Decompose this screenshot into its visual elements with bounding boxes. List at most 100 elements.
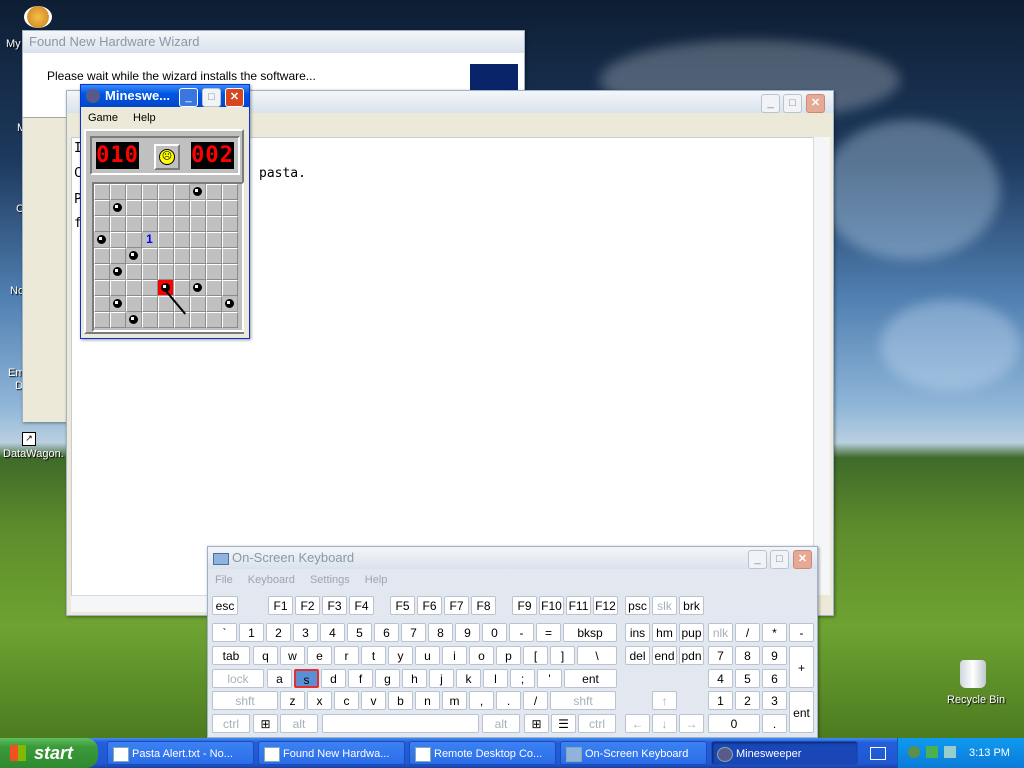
osk-key[interactable]: F11 — [566, 596, 591, 615]
osk-key[interactable]: bksp — [563, 623, 617, 642]
osk-key[interactable]: z — [280, 691, 305, 710]
osk-key[interactable]: d — [321, 669, 346, 688]
osk-key[interactable]: ↓ — [652, 714, 677, 733]
mine-cell[interactable] — [126, 264, 142, 280]
osk-key[interactable]: - — [509, 623, 534, 642]
osk-key[interactable]: F4 — [349, 596, 374, 615]
osk-key[interactable]: alt — [280, 714, 318, 733]
mine-cell[interactable] — [110, 232, 126, 248]
datawagon-label[interactable]: DataWagon. — [3, 448, 64, 460]
mine-cell[interactable] — [110, 280, 126, 296]
osk-key[interactable]: ctrl — [212, 714, 250, 733]
minesweeper-minimize-button[interactable]: _ — [179, 88, 198, 107]
mine-cell[interactable] — [126, 200, 142, 216]
mine-cell[interactable] — [190, 232, 206, 248]
osk-key[interactable]: 4 — [708, 669, 733, 688]
osk-key[interactable]: F3 — [322, 596, 347, 615]
osk-key[interactable]: c — [334, 691, 359, 710]
mine-cell[interactable] — [110, 296, 126, 312]
osk-key[interactable]: t — [361, 646, 386, 665]
mine-cell[interactable] — [142, 248, 158, 264]
mine-cell[interactable] — [158, 184, 174, 200]
mine-cell[interactable] — [158, 312, 174, 328]
osk-key-numpad-enter[interactable]: ent — [789, 691, 814, 733]
mine-cell[interactable] — [206, 200, 222, 216]
osk-key[interactable]: 5 — [735, 669, 760, 688]
mine-cell[interactable] — [142, 200, 158, 216]
osk-key[interactable]: ← — [625, 714, 650, 733]
mine-cell[interactable] — [126, 248, 142, 264]
osk-key[interactable]: F5 — [390, 596, 415, 615]
minesweeper-maximize-button[interactable]: □ — [202, 88, 221, 107]
mine-cell[interactable] — [158, 216, 174, 232]
mine-cell[interactable] — [222, 280, 238, 296]
mine-cell[interactable] — [94, 200, 110, 216]
menu-game[interactable]: Game — [88, 112, 118, 124]
osk-key[interactable]: 4 — [320, 623, 345, 642]
mine-cell[interactable] — [158, 232, 174, 248]
osk-key[interactable]: ; — [510, 669, 535, 688]
mine-cell[interactable] — [190, 264, 206, 280]
osk-key[interactable]: pup — [679, 623, 704, 642]
osk-key[interactable]: y — [388, 646, 413, 665]
mine-cell[interactable] — [174, 312, 190, 328]
osk-key[interactable]: 8 — [428, 623, 453, 642]
notepad-vertical-scrollbar[interactable] — [813, 137, 830, 595]
osk-key[interactable]: shft — [550, 691, 616, 710]
osk-key[interactable]: j — [429, 669, 454, 688]
mine-cell[interactable] — [206, 216, 222, 232]
osk-key[interactable]: F9 — [512, 596, 537, 615]
osk-key[interactable]: F6 — [417, 596, 442, 615]
osk-key[interactable]: * — [762, 623, 787, 642]
osk-key[interactable]: = — [536, 623, 561, 642]
osk-key[interactable]: ent — [564, 669, 617, 688]
minesweeper-close-button[interactable]: ✕ — [225, 88, 244, 107]
keyboard-tray-icon[interactable] — [870, 747, 886, 760]
mine-cell[interactable] — [174, 200, 190, 216]
osk-key[interactable]: r — [334, 646, 359, 665]
osk-key[interactable]: m — [442, 691, 467, 710]
mine-cell[interactable] — [126, 296, 142, 312]
datawagon-shortcut-icon[interactable]: ↗ — [22, 432, 36, 446]
osk-key[interactable]: / — [735, 623, 760, 642]
osk-key[interactable]: x — [307, 691, 332, 710]
osk-key[interactable]: 2 — [266, 623, 291, 642]
menu-help[interactable]: Help — [133, 112, 156, 124]
osk-key[interactable]: v — [361, 691, 386, 710]
osk-key[interactable]: 5 — [347, 623, 372, 642]
osk-key[interactable]: 6 — [374, 623, 399, 642]
osk-key[interactable]: shft — [212, 691, 278, 710]
osk-key[interactable]: lock — [212, 669, 264, 688]
taskbar-item-notepad[interactable]: Pasta Alert.txt - No... — [107, 741, 254, 765]
osk-key[interactable]: ` — [212, 623, 237, 642]
mine-cell[interactable] — [94, 312, 110, 328]
osk-key[interactable]: 0 — [708, 714, 760, 733]
osk-key[interactable]: ctrl — [578, 714, 616, 733]
osk-key[interactable]: 3 — [762, 691, 787, 710]
mine-cell[interactable] — [126, 232, 142, 248]
mine-cell[interactable] — [222, 296, 238, 312]
osk-key[interactable]: \ — [577, 646, 617, 665]
osk-key[interactable]: psc — [625, 596, 650, 615]
mine-cell[interactable] — [206, 312, 222, 328]
osk-key[interactable]: ☰ — [551, 714, 576, 733]
mine-cell[interactable] — [206, 232, 222, 248]
tray-icon-3[interactable] — [944, 746, 956, 758]
mine-cell[interactable] — [174, 248, 190, 264]
osk-key[interactable]: u — [415, 646, 440, 665]
mine-cell[interactable] — [222, 184, 238, 200]
osk-key[interactable]: ins — [625, 623, 650, 642]
osk-key[interactable]: k — [456, 669, 481, 688]
mine-cell[interactable] — [222, 200, 238, 216]
mine-cell[interactable] — [142, 280, 158, 296]
mine-cell[interactable] — [142, 264, 158, 280]
osk-key[interactable]: , — [469, 691, 494, 710]
mine-cell[interactable] — [110, 264, 126, 280]
osk-key[interactable]: nlk — [708, 623, 733, 642]
desktop-icon-top[interactable] — [24, 6, 52, 28]
osk-key[interactable]: 0 — [482, 623, 507, 642]
osk-key[interactable]: w — [280, 646, 305, 665]
osk-key[interactable]: 9 — [762, 646, 787, 665]
mine-cell[interactable] — [174, 264, 190, 280]
osk-key[interactable]: F1 — [268, 596, 293, 615]
